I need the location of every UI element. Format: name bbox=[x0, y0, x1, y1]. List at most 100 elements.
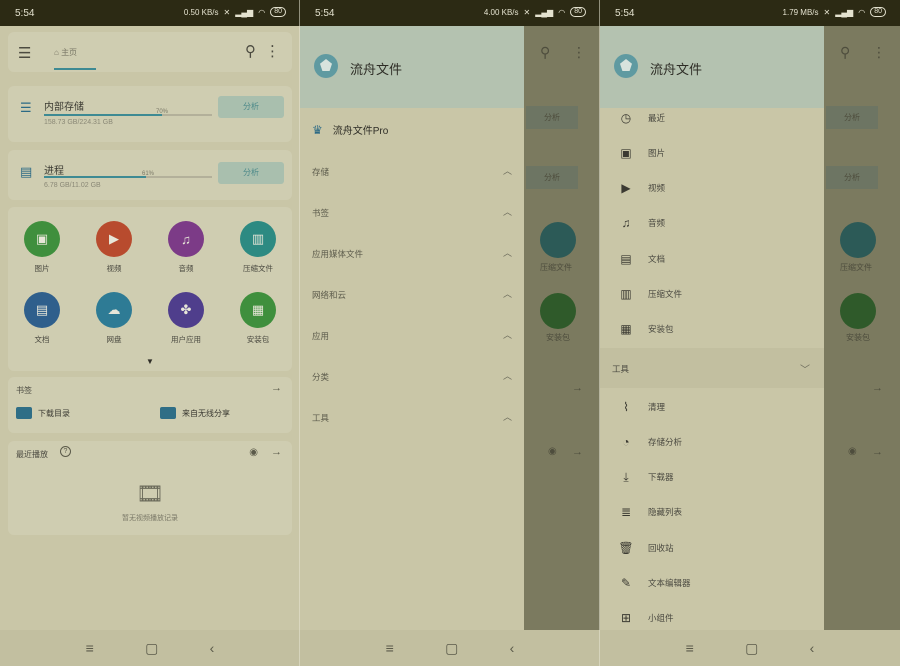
drawer-scrim[interactable]: ⚲ ⋮ 分析 分析 压缩文件 安装包 → ◉ → bbox=[524, 26, 600, 630]
storage-card-process[interactable]: ▤ 进程 61% 6.78 GB/11.02 GB 分析 bbox=[8, 150, 292, 200]
analyze-button: 分析 bbox=[526, 166, 578, 189]
help-icon[interactable]: ? bbox=[60, 446, 71, 457]
drawer-item-videos[interactable]: ▶ 视频 bbox=[618, 180, 665, 196]
hidden-list-icon: ≣ bbox=[620, 505, 632, 519]
drawer-section-tools[interactable]: 工具 ︿ bbox=[312, 412, 512, 424]
home-nav-icon[interactable]: ▢ bbox=[145, 640, 158, 657]
arrow-right-icon[interactable]: → bbox=[271, 382, 282, 394]
battery-indicator: 80 bbox=[570, 7, 586, 17]
pie-chart-icon: ◔ bbox=[622, 435, 630, 449]
wifi-icon: ◠ bbox=[258, 7, 266, 17]
item-label: 音频 bbox=[648, 218, 666, 228]
drawer-item-clean[interactable]: ⌇ 清理 bbox=[618, 399, 665, 415]
film-icon: 🎞 bbox=[136, 481, 164, 506]
wifi-icon: ◠ bbox=[858, 7, 866, 17]
item-label: 清理 bbox=[648, 402, 666, 412]
memory-percent: 61% bbox=[142, 171, 155, 177]
recents-nav-icon[interactable]: ≡ bbox=[686, 640, 694, 656]
navigation-drawer: 流舟文件 ◷ 最近 ▣ 图片 ▶ 视频 ♫ 音频 ▤ 文档 ▥ 压缩文件 ▦ 安装包 工具 ﹀… bbox=[600, 26, 824, 630]
drawer-item-widgets[interactable]: ⊞ 小组件 bbox=[618, 610, 674, 626]
mute-icon: ✕ bbox=[523, 7, 531, 17]
home-nav-icon[interactable]: ▢ bbox=[745, 640, 758, 657]
item-label: 最近 bbox=[648, 113, 666, 123]
category-documents[interactable]: ▤ 文档 bbox=[12, 292, 72, 345]
drawer-item-recent[interactable]: ◷ 最近 bbox=[618, 110, 665, 126]
category-label: 压缩文件 bbox=[840, 263, 872, 272]
category-archives[interactable]: ▥ 压缩文件 bbox=[228, 221, 288, 274]
more-options-icon[interactable]: ⋮ bbox=[265, 42, 280, 60]
empty-state-text: 暂无视频播放记录 bbox=[122, 515, 178, 522]
expand-arrow-icon[interactable]: ▼ bbox=[146, 357, 154, 366]
category-apk[interactable]: ▦ 安装包 bbox=[228, 292, 288, 345]
broom-icon: ⌇ bbox=[623, 400, 629, 414]
arrow-right-icon[interactable]: → bbox=[271, 446, 282, 458]
tools-label: 工具 bbox=[612, 364, 630, 374]
video-icon: ▶ bbox=[621, 181, 631, 195]
breadcrumb[interactable]: ⌂ 主页 bbox=[54, 47, 77, 58]
back-nav-icon[interactable]: ‹ bbox=[810, 640, 815, 656]
archive-icon: ▥ bbox=[240, 221, 276, 257]
drawer-section-apps[interactable]: 应用 ︿ bbox=[312, 330, 512, 342]
back-nav-icon[interactable]: ‹ bbox=[210, 640, 215, 656]
category-label: 图片 bbox=[34, 264, 50, 273]
drawer-header: 流舟文件 bbox=[300, 26, 524, 108]
drawer-section-categories[interactable]: 分类 ︿ bbox=[312, 371, 512, 383]
tools-section-header[interactable]: 工具 ﹀ bbox=[600, 348, 824, 388]
network-speed: 0.50 KB/s bbox=[183, 7, 219, 17]
chevron-up-icon: ︿ bbox=[502, 371, 512, 381]
category-user-apps[interactable]: ✤ 用户应用 bbox=[156, 292, 216, 345]
menu-icon[interactable]: ☰ bbox=[18, 44, 31, 62]
recents-nav-icon[interactable]: ≡ bbox=[386, 640, 394, 656]
category-label: 用户应用 bbox=[171, 335, 201, 344]
drawer-item-images[interactable]: ▣ 图片 bbox=[618, 145, 665, 161]
drawer-item-audio[interactable]: ♫ 音频 bbox=[618, 215, 666, 231]
network-speed: 1.79 MB/s bbox=[782, 7, 819, 17]
search-icon[interactable]: ⚲ bbox=[245, 42, 256, 60]
storage-card-internal[interactable]: ☰ 内部存储 70% 158.73 GB/224.31 GB 分析 bbox=[8, 86, 292, 142]
bookmark-item[interactable]: 来自无线分享 bbox=[160, 407, 230, 419]
drawer-section-network[interactable]: 网络和云 ︿ bbox=[312, 289, 512, 301]
drawer-item-hidden-list[interactable]: ≣ 隐藏列表 bbox=[618, 504, 682, 520]
pro-upgrade-item[interactable]: ♛ 流舟文件Pro bbox=[312, 122, 388, 138]
drawer-item-documents[interactable]: ▤ 文档 bbox=[618, 251, 665, 267]
drawer-item-apk[interactable]: ▦ 安装包 bbox=[618, 321, 674, 337]
drawer-scrim[interactable]: ⚲ ⋮ 分析 分析 压缩文件 安装包 → ◉ → bbox=[824, 26, 900, 630]
bookmarks-title: 书签 bbox=[16, 386, 32, 395]
category-images[interactable]: ▣ 图片 bbox=[12, 221, 72, 274]
drawer-section-bookmarks[interactable]: 书签 ︿ bbox=[312, 207, 512, 219]
back-nav-icon[interactable]: ‹ bbox=[510, 640, 515, 656]
app-logo-icon bbox=[614, 54, 638, 78]
category-grid: ▣ 图片 ▶ 视频 ♫ 音频 ▥ 压缩文件 ▤ 文档 ☁ 网盘 ✤ 用户应用 ▦ bbox=[8, 207, 292, 371]
category-label: 安装包 bbox=[246, 335, 270, 344]
category-audio[interactable]: ♫ 音频 bbox=[156, 221, 216, 274]
drawer-item-downloader[interactable]: ⤓ 下载器 bbox=[618, 469, 673, 485]
app-name: 流舟文件 bbox=[650, 62, 703, 77]
storage-usage-fill bbox=[44, 114, 162, 116]
arrow-right-icon: → bbox=[872, 382, 883, 394]
eye-icon[interactable]: ◉ bbox=[249, 447, 258, 458]
drawer-section-storage[interactable]: 存储 ︿ bbox=[312, 166, 512, 178]
search-icon: ⚲ bbox=[540, 44, 551, 60]
status-bar: 5:54 4.00 KB/s ✕ ▂▄▆ ◠ 80 bbox=[300, 0, 600, 26]
bookmark-label: 来自无线分享 bbox=[182, 408, 230, 418]
category-videos[interactable]: ▶ 视频 bbox=[84, 221, 144, 274]
document-icon: ▤ bbox=[620, 252, 632, 266]
item-label: 安装包 bbox=[648, 324, 674, 334]
drawer-item-archives[interactable]: ▥ 压缩文件 bbox=[618, 286, 682, 302]
drawer-item-recycle-bin[interactable]: 🗑 回收站 bbox=[618, 540, 673, 556]
video-icon: ▶ bbox=[96, 221, 132, 257]
apps-icon: ✤ bbox=[168, 292, 204, 328]
drawer-item-text-editor[interactable]: ✎ 文本编辑器 bbox=[618, 575, 691, 591]
folder-icon bbox=[160, 407, 176, 419]
category-cloud[interactable]: ☁ 网盘 bbox=[84, 292, 144, 345]
item-label: 视频 bbox=[648, 183, 666, 193]
home-nav-icon[interactable]: ▢ bbox=[445, 640, 458, 657]
system-nav-bar: ≡ ▢ ‹ bbox=[0, 630, 300, 666]
chevron-up-icon: ︿ bbox=[502, 289, 512, 299]
analyze-button[interactable]: 分析 bbox=[218, 162, 284, 184]
drawer-item-storage-analysis[interactable]: ◔ 存储分析 bbox=[618, 434, 682, 450]
analyze-button[interactable]: 分析 bbox=[218, 96, 284, 118]
drawer-section-app-media[interactable]: 应用媒体文件 ︿ bbox=[312, 248, 512, 260]
recents-nav-icon[interactable]: ≡ bbox=[86, 640, 94, 656]
bookmark-item[interactable]: 下载目录 bbox=[16, 407, 70, 419]
